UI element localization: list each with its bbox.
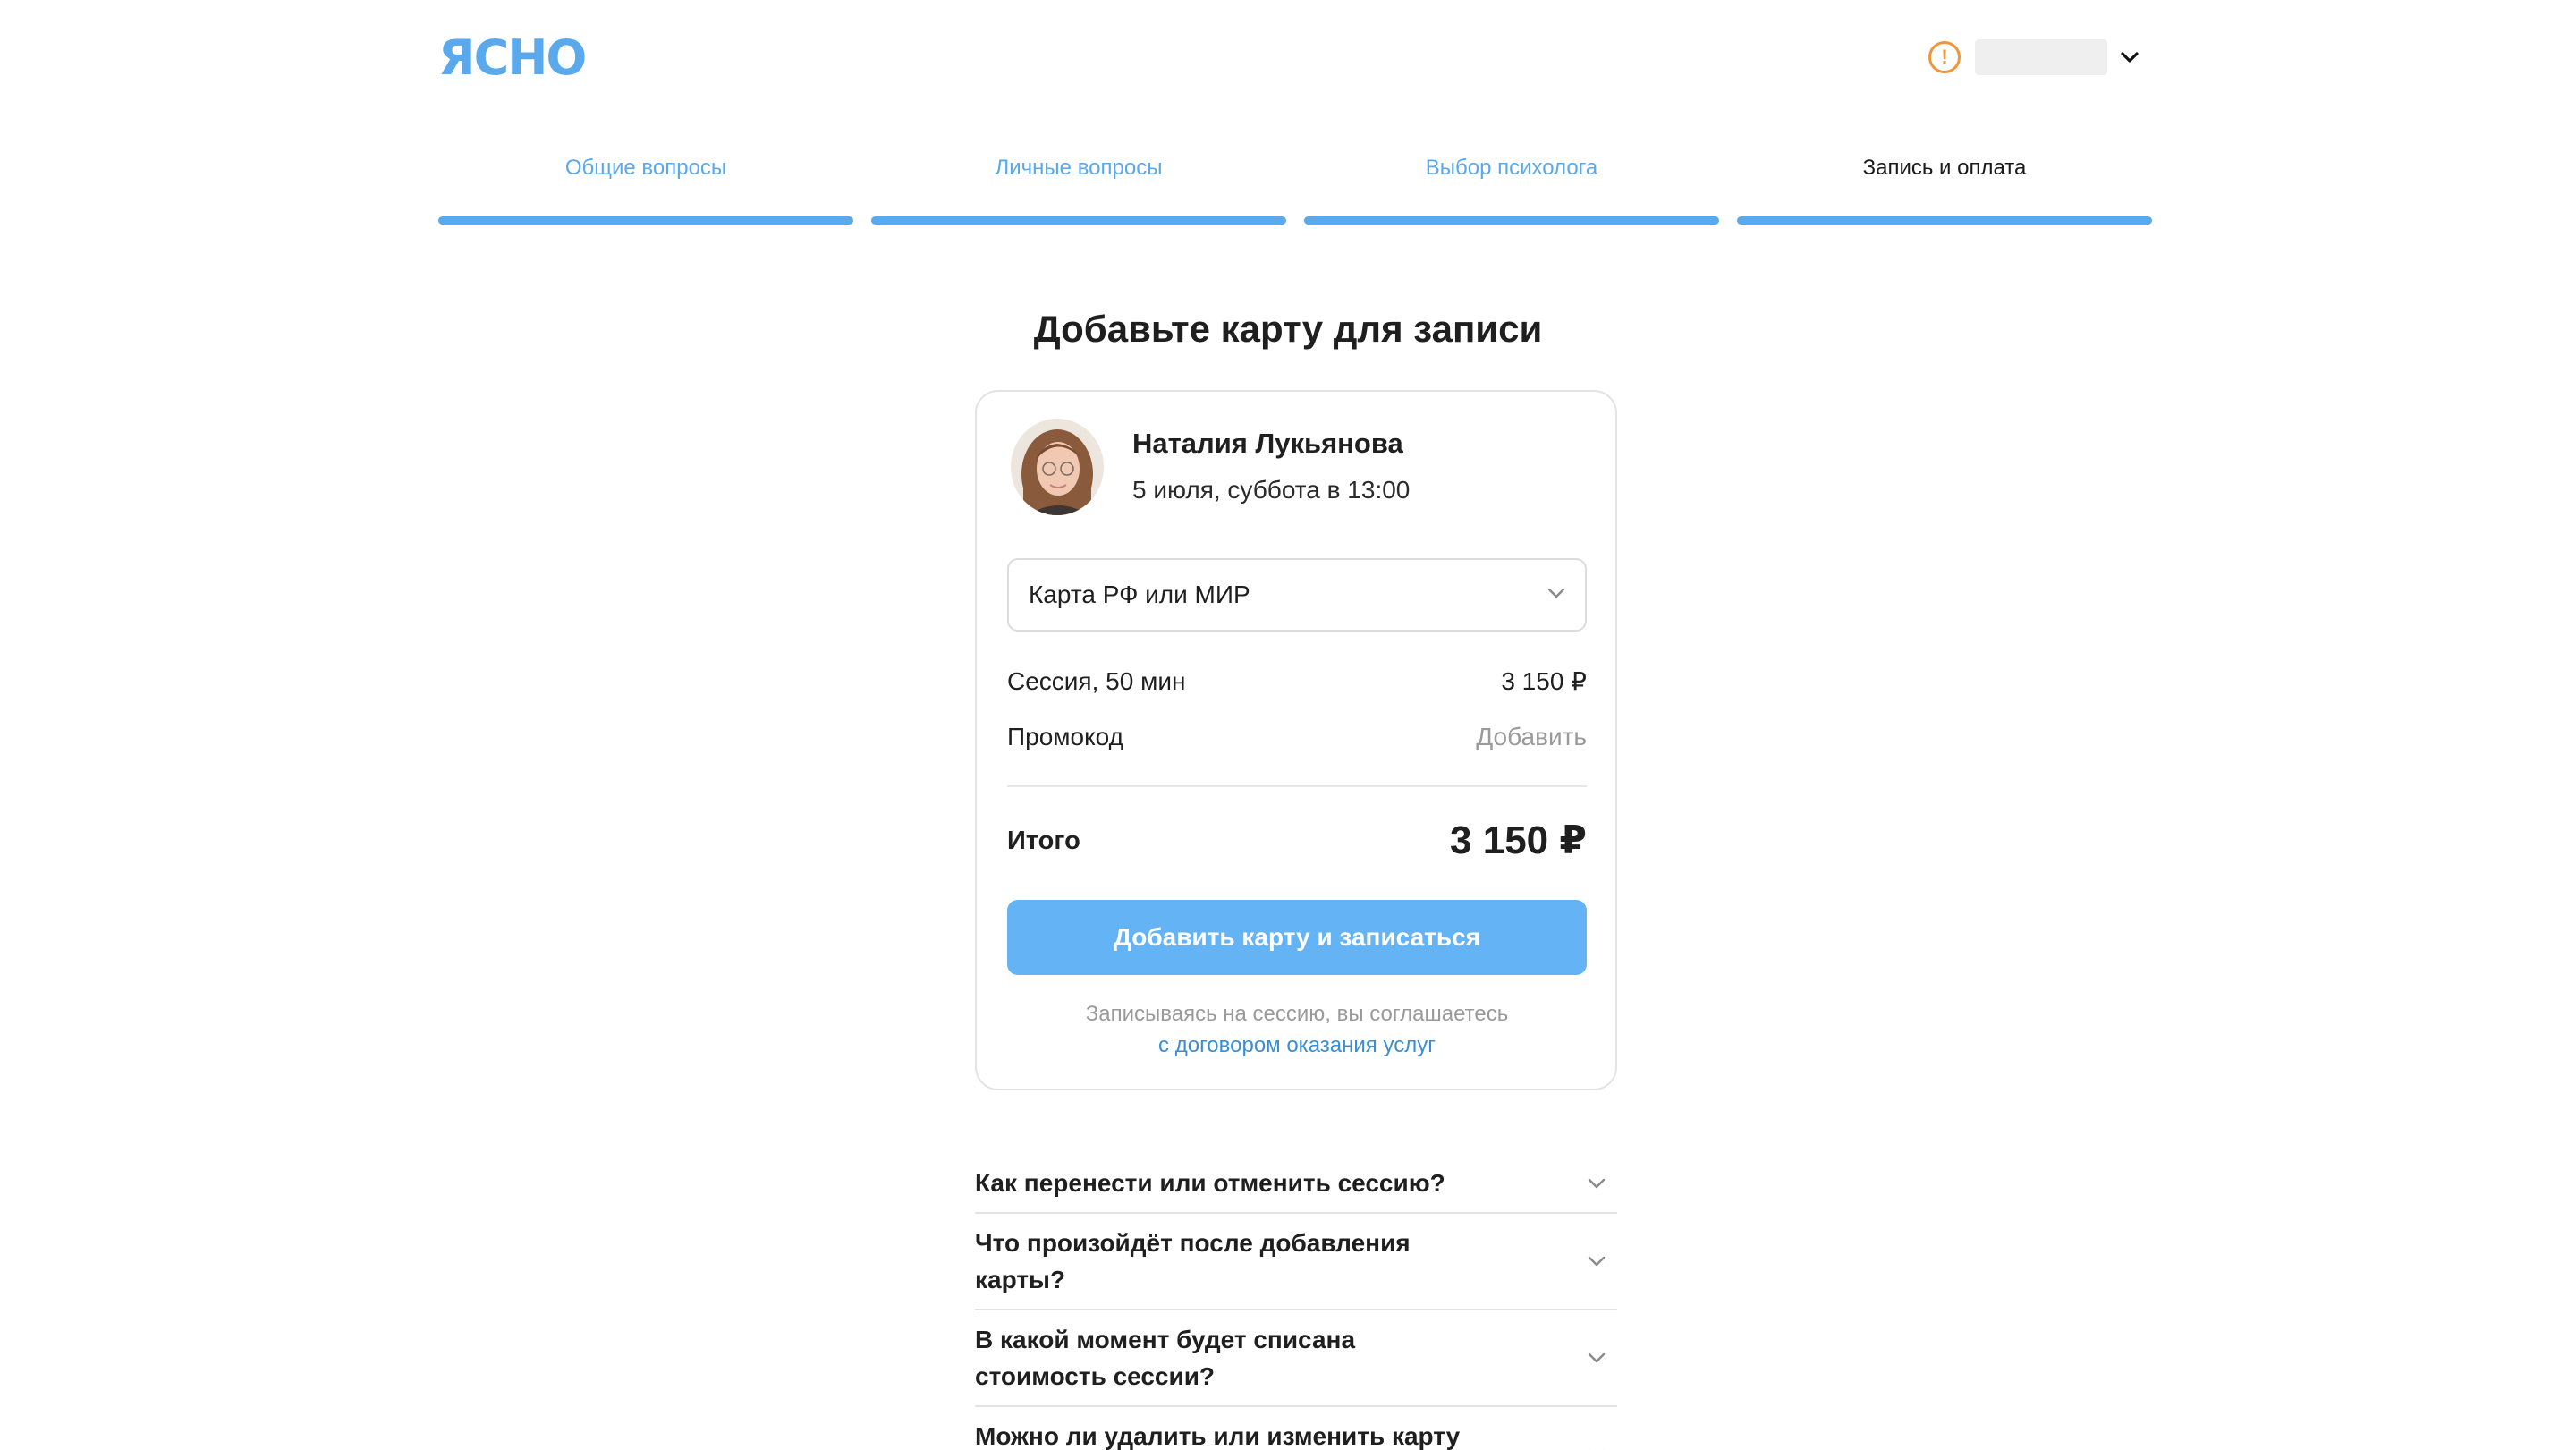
avatar bbox=[1011, 419, 1104, 515]
page-title: Добавьте карту для записи bbox=[1033, 308, 1543, 350]
total-row: Итого 3 150 ₽ bbox=[1007, 814, 1587, 868]
payment-method-value: Карта РФ или МИР bbox=[1029, 581, 1250, 608]
faq-item[interactable]: В какой момент будет списана стоимость с… bbox=[975, 1310, 1617, 1407]
step-progress-bar bbox=[438, 216, 853, 225]
payment-method-select[interactable]: Карта РФ или МИР bbox=[1007, 558, 1587, 632]
session-price-row: Сессия, 50 мин 3 150 ₽ bbox=[1007, 664, 1587, 700]
faq-item[interactable]: Что произойдёт после добавления карты? bbox=[975, 1214, 1617, 1310]
warning-circle-icon[interactable]: ! bbox=[1928, 41, 1961, 73]
session-price: 3 150 ₽ bbox=[1501, 667, 1587, 695]
step-progress-bar bbox=[871, 216, 1286, 225]
chevron-down-icon bbox=[1583, 1248, 1610, 1275]
step-personal-questions[interactable]: Личные вопросы bbox=[871, 152, 1286, 225]
step-progress-bar bbox=[1737, 216, 2152, 225]
faq-question: В какой момент будет списана стоимость с… bbox=[975, 1326, 1356, 1390]
terms-text: Записываясь на сессию, вы соглашаетесь bbox=[1085, 1002, 1509, 1026]
step-label: Общие вопросы bbox=[564, 156, 727, 180]
progress-steps: Общие вопросы Личные вопросы Выбор психо… bbox=[438, 152, 2152, 225]
faq-item[interactable]: Можно ли удалить или изменить карту посл… bbox=[975, 1407, 1617, 1450]
psychologist-summary: Наталия Лукьянова 5 июля, суббота в 13:0… bbox=[1011, 419, 1410, 515]
session-label: Сессия, 50 мин bbox=[1007, 667, 1186, 695]
step-choose-psychologist[interactable]: Выбор психолога bbox=[1304, 152, 1719, 225]
chevron-down-icon bbox=[1583, 1170, 1610, 1197]
total-label: Итого bbox=[1007, 827, 1080, 855]
chevron-down-icon bbox=[1583, 1344, 1610, 1371]
step-label: Запись и оплата bbox=[1862, 156, 2027, 180]
user-name-placeholder[interactable] bbox=[1975, 39, 2107, 75]
faq-question: Можно ли удалить или изменить карту посл… bbox=[975, 1422, 1461, 1450]
terms-notice: Записываясь на сессию, вы соглашаетесь с… bbox=[1007, 998, 1587, 1061]
faq-question: Что произойдёт после добавления карты? bbox=[975, 1229, 1411, 1293]
logo[interactable]: ЯСНО bbox=[438, 34, 587, 82]
promo-row: Промокод Добавить bbox=[1007, 719, 1587, 755]
step-general-questions[interactable]: Общие вопросы bbox=[438, 152, 853, 225]
session-datetime: 5 июля, суббота в 13:00 bbox=[1132, 476, 1411, 504]
faq-question: Как перенести или отменить сессию? bbox=[975, 1169, 1445, 1197]
step-label: Выбор психолога bbox=[1425, 156, 1598, 180]
service-agreement-link[interactable]: с договором оказания услуг bbox=[1007, 1030, 1587, 1061]
divider bbox=[1007, 785, 1587, 787]
chevron-down-icon bbox=[1547, 587, 1565, 603]
step-label: Личные вопросы bbox=[995, 156, 1163, 180]
psychologist-name: Наталия Лукьянова bbox=[1132, 428, 1403, 459]
add-promo-link[interactable]: Добавить bbox=[1476, 719, 1587, 755]
add-card-and-book-button[interactable]: Добавить карту и записаться bbox=[1007, 900, 1587, 975]
faq-item[interactable]: Как перенести или отменить сессию? bbox=[975, 1154, 1617, 1214]
step-progress-bar bbox=[1304, 216, 1719, 225]
faq-list: Как перенести или отменить сессию? Что п… bbox=[975, 1154, 1617, 1450]
booking-card: Наталия Лукьянова 5 июля, суббота в 13:0… bbox=[975, 390, 1617, 1090]
chevron-down-icon[interactable] bbox=[2120, 47, 2140, 67]
total-value: 3 150 ₽ bbox=[1450, 818, 1587, 862]
account-menu[interactable]: ! bbox=[1928, 38, 2140, 77]
chevron-down-icon bbox=[1583, 1441, 1610, 1450]
step-booking-payment[interactable]: Запись и оплата bbox=[1737, 152, 2152, 225]
promo-label: Промокод bbox=[1007, 723, 1123, 750]
